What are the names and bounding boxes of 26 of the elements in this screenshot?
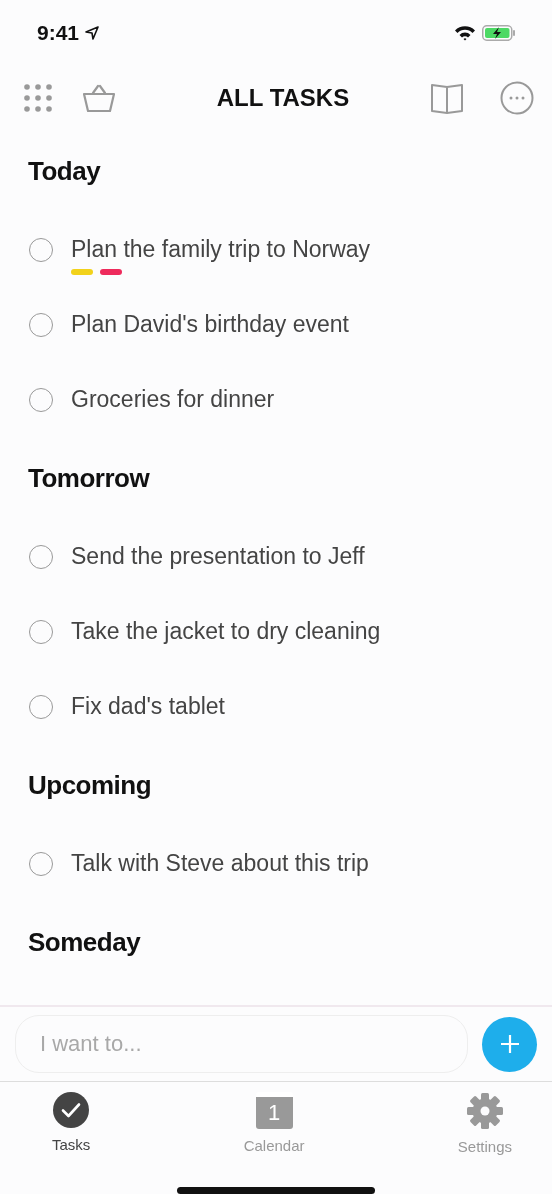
task-title[interactable]: Plan the family trip to Norway bbox=[71, 236, 371, 262]
location-arrow-icon bbox=[85, 26, 100, 40]
task-title[interactable]: Plan David's birthday event bbox=[71, 311, 349, 337]
status-time: 9:41 bbox=[37, 21, 80, 45]
grid-menu-icon[interactable] bbox=[24, 84, 52, 112]
add-button[interactable] bbox=[482, 1016, 537, 1072]
checkmark-icon bbox=[53, 1092, 90, 1128]
battery-icon bbox=[482, 25, 516, 41]
section-heading: Someday bbox=[27, 925, 142, 959]
basket-icon[interactable] bbox=[82, 83, 116, 113]
settings-icon bbox=[465, 1092, 504, 1130]
new-task-field[interactable]: I want to... bbox=[15, 1015, 468, 1073]
book-icon[interactable] bbox=[430, 82, 464, 114]
section-heading: Upcoming bbox=[27, 768, 153, 802]
task-title[interactable]: Groceries for dinner bbox=[71, 386, 275, 412]
task-title[interactable]: Send the presentation to Jeff bbox=[71, 543, 365, 569]
section-heading: Today bbox=[27, 154, 102, 188]
more-icon[interactable] bbox=[500, 81, 534, 115]
wifi-icon bbox=[454, 25, 476, 41]
section-heading: Tomorrow bbox=[27, 461, 151, 495]
task-title[interactable]: Take the jacket to dry cleaning bbox=[71, 618, 381, 644]
tab[interactable]: Tasks bbox=[52, 1092, 91, 1173]
task-title[interactable]: Fix dad's tablet bbox=[71, 693, 225, 719]
screen-title: ALL TASKS bbox=[215, 84, 351, 112]
task-title[interactable]: Talk with Steve about this trip bbox=[71, 850, 369, 876]
plus-icon bbox=[498, 1033, 521, 1055]
